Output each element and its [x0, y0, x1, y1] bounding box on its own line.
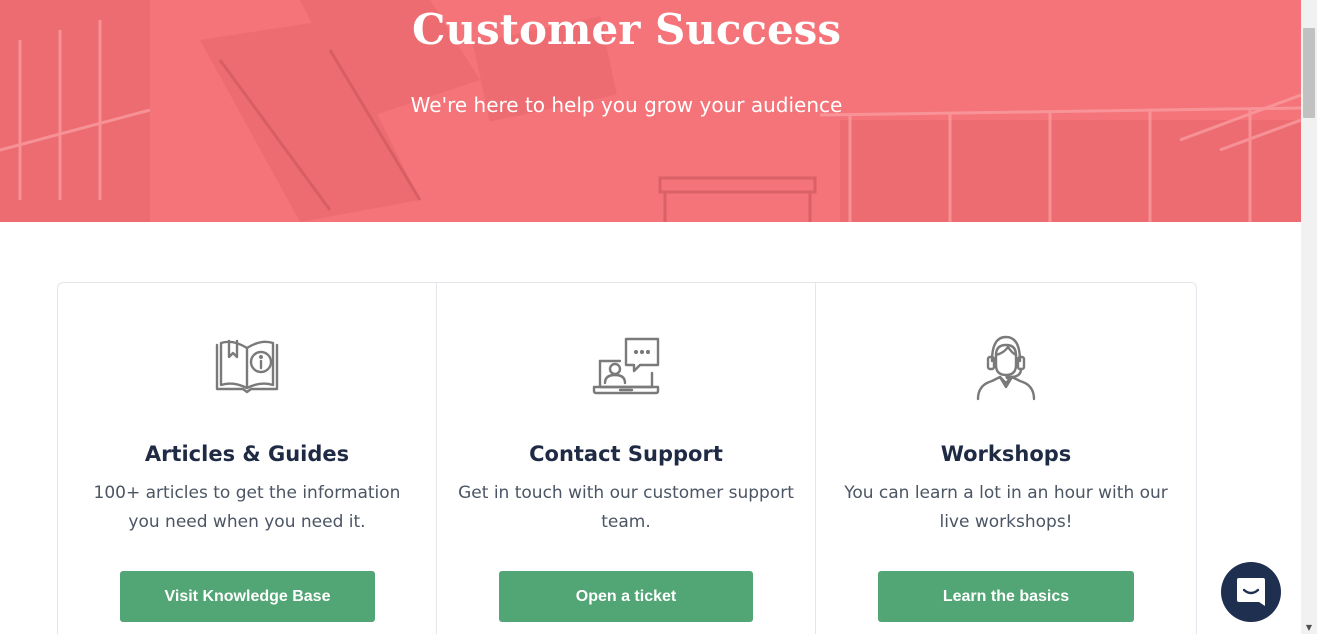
card-description: You can learn a lot in an hour with our … [844, 483, 1168, 532]
card-contact-support: Contact Support Get in touch with our cu… [437, 283, 816, 634]
support-options: Articles & Guides 100+ articles to get t… [57, 282, 1197, 634]
card-description: 100+ articles to get the information you… [93, 483, 401, 532]
card-description: Get in touch with our customer support t… [458, 483, 794, 532]
card-workshops: Workshops You can learn a lot in an hour… [816, 283, 1196, 634]
page: Customer Success We're here to help you … [0, 0, 1317, 634]
visit-knowledge-base-button[interactable]: Visit Knowledge Base [120, 571, 375, 622]
card-title: Articles & Guides [144, 442, 350, 466]
vertical-scrollbar[interactable]: ▼ [1301, 0, 1317, 634]
page-title: Customer Success [412, 5, 841, 54]
hero-banner: Customer Success We're here to help you … [0, 0, 1301, 222]
card-title: Workshops [940, 442, 1072, 466]
page-subtitle: We're here to help you grow your audienc… [410, 93, 843, 117]
headset-agent-icon [976, 335, 1036, 401]
card-articles-guides: Articles & Guides 100+ articles to get t… [58, 283, 437, 634]
laptop-chat-icon [592, 337, 660, 395]
card-title: Contact Support [529, 442, 723, 466]
scroll-down-arrow-icon[interactable]: ▼ [1304, 624, 1314, 632]
chat-launcher-button[interactable] [1221, 562, 1281, 622]
learn-basics-button[interactable]: Learn the basics [878, 571, 1134, 622]
open-ticket-button[interactable]: Open a ticket [499, 571, 753, 622]
book-info-icon [215, 339, 279, 394]
scrollbar-thumb[interactable] [1303, 28, 1315, 118]
chat-icon [1237, 578, 1265, 606]
